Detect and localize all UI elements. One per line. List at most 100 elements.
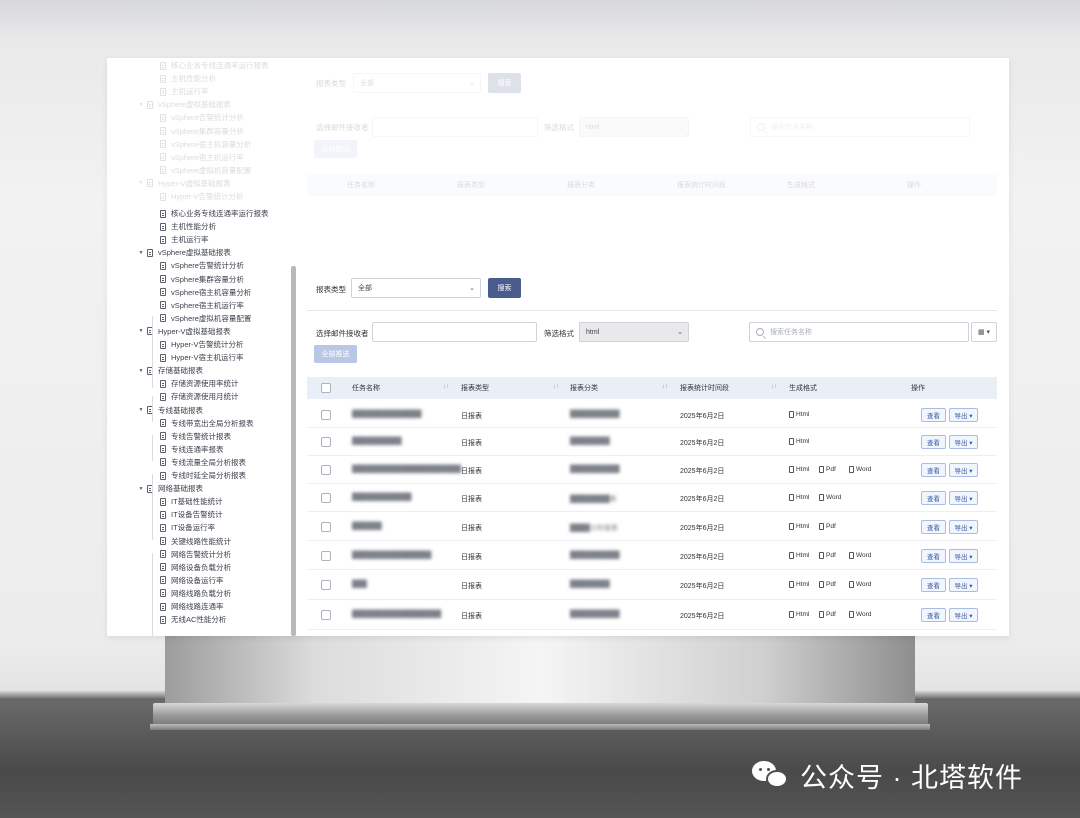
format-link-html[interactable]: Html — [789, 438, 809, 445]
format-link-word[interactable]: Word — [849, 466, 871, 473]
tree-item[interactable]: IT设备告警统计 — [160, 508, 223, 521]
sort-icon[interactable]: ↓↑ — [443, 384, 449, 390]
view-button[interactable]: 查看 — [921, 520, 946, 534]
th-task-name[interactable]: 任务名称 — [352, 377, 380, 399]
view-button[interactable]: 查看 — [921, 549, 946, 563]
format-link-html[interactable]: Html — [789, 581, 809, 588]
tree-item[interactable]: IT基础性能统计 — [160, 495, 223, 508]
tree-item[interactable]: IT设备运行率 — [160, 521, 215, 534]
tree-item[interactable]: 网络设备负载分析 — [160, 561, 231, 574]
tree-item[interactable]: 关键线路性能统计 — [160, 535, 231, 548]
view-button[interactable]: 查看 — [921, 435, 946, 449]
export-dropdown-button[interactable]: 导出 ▾ — [949, 463, 978, 477]
tree-folder[interactable]: ▼ 专线基础报表 — [139, 404, 203, 417]
view-button[interactable]: 查看 — [921, 463, 946, 477]
format-select[interactable]: html ⌄ — [579, 322, 689, 342]
tree-item[interactable]: 网络线路连通率 — [160, 600, 224, 613]
export-dropdown-button[interactable]: 导出 ▾ — [949, 578, 978, 592]
select-all-checkbox[interactable] — [321, 383, 331, 393]
sort-icon[interactable]: ↓↑ — [553, 384, 559, 390]
tree-item[interactable]: 无线AC性能分析 — [160, 613, 226, 626]
tree-item[interactable]: 专线连通率报表 — [160, 443, 224, 456]
row-checkbox[interactable] — [321, 551, 331, 561]
tree-item[interactable]: 专线告警统计报表 — [160, 430, 231, 443]
task-search-input[interactable]: 搜索任务名称 — [749, 322, 969, 342]
export-dropdown-button[interactable]: 导出 ▾ — [949, 408, 978, 422]
export-dropdown-button[interactable]: 导出 ▾ — [949, 435, 978, 449]
caret-down-icon[interactable]: ▼ — [135, 250, 147, 256]
format-link-html[interactable]: Html — [789, 611, 809, 618]
table-row[interactable]: ██████████████ 日报表 ██████████ 2025年6月2日 Html… — [307, 401, 997, 428]
view-button[interactable]: 查看 — [921, 608, 946, 622]
row-checkbox[interactable] — [321, 493, 331, 503]
report-type-select[interactable]: 全部 ⌄ — [351, 278, 481, 298]
send-all-button[interactable]: 全部推送 — [314, 345, 357, 363]
format-link-html[interactable]: Html — [789, 411, 809, 418]
table-row[interactable]: 【专线报表】专线连通率报表日报表██████报表2025年6月2日HtmlPdf… — [307, 630, 997, 636]
tree-item[interactable]: 存储资源使用月统计 — [160, 390, 239, 403]
tree-folder[interactable]: ▼ 网络基础报表 — [139, 482, 203, 495]
view-button[interactable]: 查看 — [921, 491, 946, 505]
table-row[interactable]: ████████████ 日报表 ████████表 2025年6月2日 Html Wor… — [307, 484, 997, 512]
th-period[interactable]: 报表统计时间段 — [680, 377, 729, 399]
format-link-html[interactable]: Html — [789, 523, 809, 530]
caret-down-icon[interactable]: ▼ — [135, 328, 147, 334]
tree-item[interactable]: 专线流量全局分析报表 — [160, 456, 246, 469]
format-link-pdf[interactable]: Pdf — [819, 523, 836, 530]
format-link-html[interactable]: Html — [789, 494, 809, 501]
row-checkbox[interactable] — [321, 465, 331, 475]
tree-item[interactable]: 核心业务专线连通率运行报表 — [160, 207, 269, 220]
export-dropdown-button[interactable]: 导出 ▾ — [949, 491, 978, 505]
tree-folder[interactable]: ▼ Hyper-V虚拟基础报表 — [139, 325, 231, 338]
tree-item[interactable]: 网络告警统计分析 — [160, 548, 231, 561]
caret-down-icon[interactable]: ▼ — [135, 368, 147, 374]
format-link-word[interactable]: Word — [819, 494, 841, 501]
format-link-pdf[interactable]: Pdf — [819, 466, 836, 473]
tree-item[interactable]: 主机性能分析 — [160, 220, 216, 233]
tree-item[interactable]: 存储资源使用率统计 — [160, 377, 239, 390]
format-link-pdf[interactable]: Pdf — [819, 552, 836, 559]
format-link-word[interactable]: Word — [849, 611, 871, 618]
tree-item[interactable]: Hyper-V告警统计分析 — [160, 338, 244, 351]
sort-icon[interactable]: ↓↑ — [771, 384, 777, 390]
format-link-pdf[interactable]: Pdf — [819, 611, 836, 618]
table-row[interactable]: ████████████████ 日报表 ██████████ 2025年6月2日 Ht… — [307, 541, 997, 570]
format-link-html[interactable]: Html — [789, 552, 809, 559]
search-button[interactable]: 搜索 — [488, 278, 521, 298]
recipient-input[interactable] — [372, 322, 537, 342]
table-row[interactable]: ██████ 日报表 ████分析报表 2025年6月2日 Html Pdf 查看 导出 ▾ — [307, 512, 997, 541]
table-row[interactable]: ██████████ 日报表 ████████ 2025年6月2日 Html 查看 导出 ▾ — [307, 428, 997, 456]
export-dropdown-button[interactable]: 导出 ▾ — [949, 520, 978, 534]
row-checkbox[interactable] — [321, 522, 331, 532]
format-link-html[interactable]: Html — [789, 466, 809, 473]
th-report-type[interactable]: 报表类型 — [461, 377, 489, 399]
caret-down-icon[interactable]: ▼ — [135, 486, 147, 492]
row-checkbox[interactable] — [321, 610, 331, 620]
tree-item[interactable]: 网络设备运行率 — [160, 574, 224, 587]
export-dropdown-button[interactable]: 导出 ▾ — [949, 549, 978, 563]
sort-icon[interactable]: ↓↑ — [662, 384, 668, 390]
table-row[interactable]: ██████████████████ 日报表 ██████████ 2025年6月2日… — [307, 600, 997, 630]
tree-folder[interactable]: ▼ vSphere虚拟基础报表 — [139, 246, 231, 259]
format-link-word[interactable]: Word — [849, 552, 871, 559]
column-toggle-button[interactable]: ▦ ▾ — [971, 322, 997, 342]
row-checkbox[interactable] — [321, 437, 331, 447]
tree-item[interactable]: 专线时延全局分析报表 — [160, 469, 246, 482]
tree-item[interactable]: vSphere宿主机运行率 — [160, 299, 244, 312]
table-row[interactable]: ██████████████████████ 日报表 ██████████ 2025年… — [307, 456, 997, 484]
tree-item[interactable]: Hyper-V宿主机运行率 — [160, 351, 244, 364]
tree-item[interactable]: vSphere告警统计分析 — [160, 259, 244, 272]
tree-item[interactable]: 主机运行率 — [160, 233, 209, 246]
tree-item[interactable]: 网络线路负载分析 — [160, 587, 231, 600]
tree-folder[interactable]: ▼ 存储基础报表 — [139, 364, 203, 377]
th-report-category[interactable]: 报表分类 — [570, 377, 598, 399]
view-button[interactable]: 查看 — [921, 578, 946, 592]
tree-item[interactable]: vSphere虚拟机容量配置 — [160, 312, 251, 325]
format-link-pdf[interactable]: Pdf — [819, 581, 836, 588]
tree-item[interactable]: vSphere集群容量分析 — [160, 273, 244, 286]
row-checkbox[interactable] — [321, 410, 331, 420]
export-dropdown-button[interactable]: 导出 ▾ — [949, 608, 978, 622]
view-button[interactable]: 查看 — [921, 408, 946, 422]
row-checkbox[interactable] — [321, 580, 331, 590]
table-row[interactable]: ███ 日报表 ████████ 2025年6月2日 Html Pdf Word 查看 导出 ▾ — [307, 570, 997, 600]
